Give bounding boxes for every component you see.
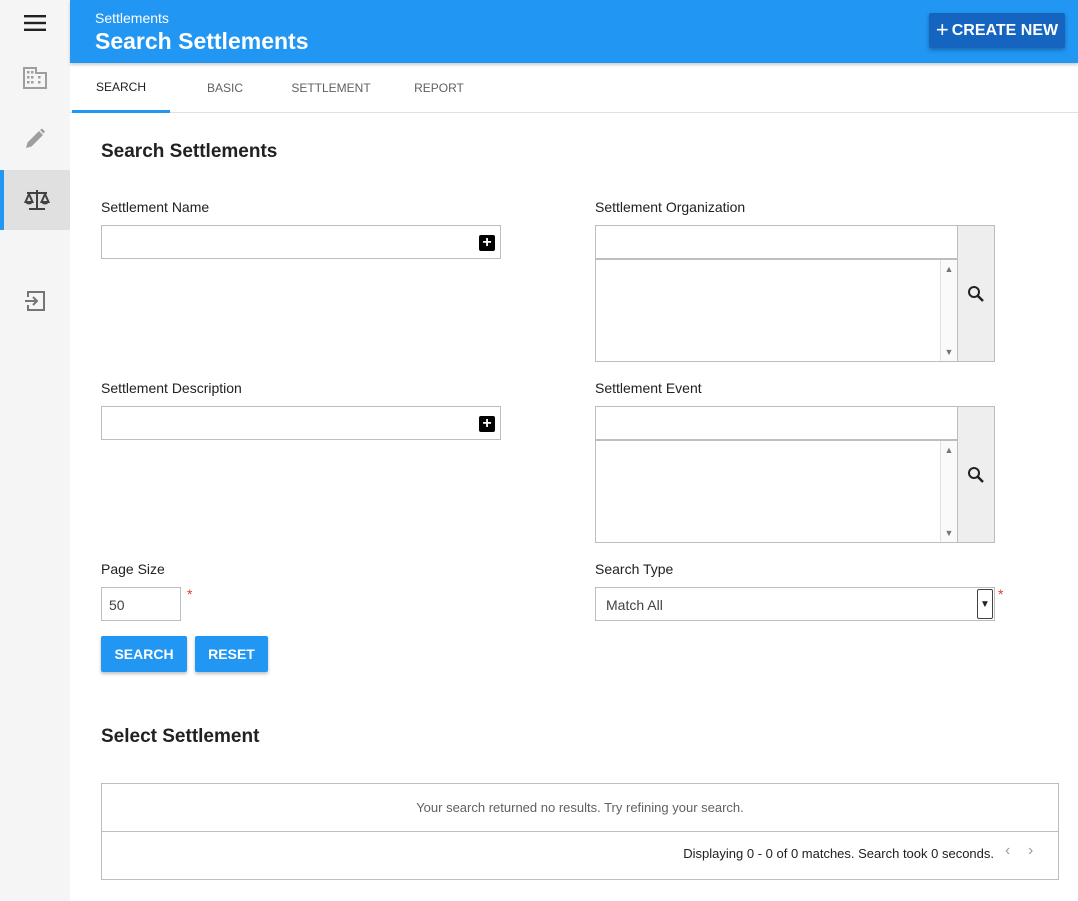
scales-icon <box>24 190 50 210</box>
create-new-label: CREATE NEW <box>951 21 1059 39</box>
create-new-button[interactable]: + CREATE NEW <box>929 13 1065 48</box>
search-form-heading: Search Settlements <box>101 141 278 162</box>
search-type-select[interactable]: Match All ▼ <box>595 587 995 621</box>
menu-button[interactable] <box>0 0 70 46</box>
settlement-organization-input[interactable] <box>595 225 958 259</box>
search-type-label: Search Type <box>595 561 674 577</box>
page-size-input[interactable]: 50 <box>101 587 181 621</box>
left-nav-rail <box>0 0 70 901</box>
tab-search[interactable]: SEARCH <box>72 63 170 113</box>
chevron-left-icon[interactable]: ‹ <box>1005 842 1010 860</box>
empty-results-message: Your search returned no results. Try ref… <box>102 784 1058 832</box>
pencil-icon <box>26 128 45 148</box>
settlement-description-label: Settlement Description <box>101 380 242 396</box>
settlement-event-list[interactable]: ▲ ▼ <box>595 440 958 543</box>
search-type-value: Match All <box>606 597 663 613</box>
page-size-value: 50 <box>109 597 125 613</box>
tab-report[interactable]: REPORT <box>400 63 478 113</box>
settlement-description-input[interactable]: + <box>101 406 501 440</box>
chevron-right-icon[interactable]: › <box>1028 842 1033 860</box>
page-title: Search Settlements <box>95 28 309 54</box>
app-header: Settlements Search Settlements + CREATE … <box>70 0 1078 63</box>
settlement-name-input[interactable]: + <box>101 225 501 259</box>
search-button[interactable]: SEARCH <box>101 636 187 672</box>
chevron-down-icon[interactable]: ▼ <box>977 589 993 619</box>
settlement-event-input[interactable] <box>595 406 958 440</box>
scroll-down-icon[interactable]: ▼ <box>941 525 957 541</box>
sign-in-icon <box>25 291 45 311</box>
nav-organizations[interactable] <box>0 48 70 108</box>
search-icon <box>968 285 984 302</box>
breadcrumb[interactable]: Settlements <box>95 10 169 26</box>
scroll-up-icon[interactable]: ▲ <box>941 261 957 277</box>
tab-bar: SEARCH BASIC SETTLEMENT REPORT <box>70 63 1078 113</box>
results-heading: Select Settlement <box>101 726 260 747</box>
menu-icon <box>24 15 46 31</box>
page-size-label: Page Size <box>101 561 165 577</box>
required-marker: * <box>998 586 1004 602</box>
results-table: Your search returned no results. Try ref… <box>101 783 1059 880</box>
nav-sign-in[interactable] <box>0 271 70 331</box>
building-icon <box>23 67 47 89</box>
settlement-organization-lookup: ▲ ▼ <box>595 225 995 362</box>
settlement-event-lookup: ▲ ▼ <box>595 406 995 543</box>
settlement-name-label: Settlement Name <box>101 199 210 215</box>
scrollbar[interactable]: ▲ ▼ <box>940 260 957 361</box>
settlement-organization-search-button[interactable] <box>957 225 995 362</box>
results-status: Displaying 0 - 0 of 0 matches. Search to… <box>683 846 994 861</box>
required-marker: * <box>187 586 193 602</box>
tab-basic[interactable]: BASIC <box>184 63 266 113</box>
nav-edit[interactable] <box>0 109 70 169</box>
scrollbar[interactable]: ▲ ▼ <box>940 441 957 542</box>
scroll-up-icon[interactable]: ▲ <box>941 442 957 458</box>
add-value-icon[interactable]: + <box>479 235 495 251</box>
settlement-event-label: Settlement Event <box>595 380 702 396</box>
scroll-down-icon[interactable]: ▼ <box>941 344 957 360</box>
settlement-organization-label: Settlement Organization <box>595 199 746 215</box>
search-icon <box>968 466 984 483</box>
reset-button[interactable]: RESET <box>195 636 268 672</box>
add-value-icon[interactable]: + <box>479 416 495 432</box>
nav-settlements[interactable] <box>0 170 70 230</box>
settlement-organization-list[interactable]: ▲ ▼ <box>595 259 958 362</box>
tab-settlement[interactable]: SETTLEMENT <box>282 63 380 113</box>
plus-icon: + <box>935 16 949 42</box>
settlement-event-search-button[interactable] <box>957 406 995 543</box>
